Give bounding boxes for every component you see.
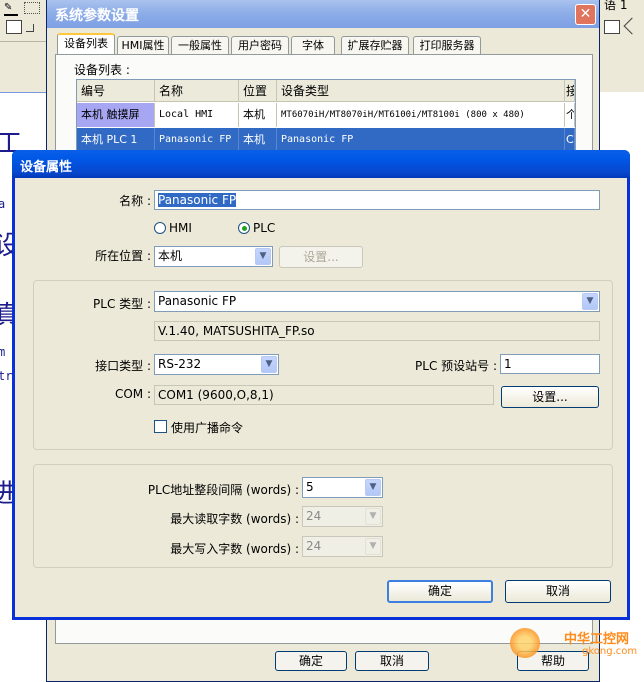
address-gap-value: 5: [306, 480, 314, 494]
grid-icon[interactable]: [6, 20, 22, 34]
close-button[interactable]: ✕: [575, 4, 596, 25]
arrow-icon[interactable]: [623, 17, 641, 35]
max-write-select[interactable]: 24 ▼: [302, 536, 383, 557]
name-label: 名称 :: [119, 194, 151, 208]
com-label: COM :: [114, 387, 151, 401]
chevron-down-icon[interactable]: ▼: [255, 248, 271, 265]
background-right-strip: 语 1: [598, 0, 644, 92]
radio-hmi[interactable]: [154, 222, 166, 234]
dialog-title: 设备属性: [20, 160, 73, 175]
column-header-name[interactable]: 名称: [155, 80, 239, 102]
com-field: COM1 (9600,O,8,1): [154, 385, 494, 405]
print-icon[interactable]: [604, 20, 620, 34]
column-header-id[interactable]: 编号: [77, 80, 155, 102]
driver-info-value: V.1.40, MATSUSHITA_FP.so: [158, 324, 315, 338]
radio-selected-dot: [242, 226, 247, 231]
tab-hmi-properties[interactable]: HMI属性: [117, 36, 169, 54]
radio-plc-label: PLC: [253, 221, 276, 235]
chevron-down-icon: ▼: [365, 508, 381, 525]
cancel-button[interactable]: 取消: [355, 651, 429, 671]
com-settings-button[interactable]: 设置...: [501, 386, 599, 408]
watermark: 中华工控网 gkong.com: [506, 624, 640, 674]
broadcast-label: 使用广播命令: [171, 421, 244, 435]
chevron-down-icon[interactable]: ▼: [582, 293, 598, 310]
tab-user-password[interactable]: 用户密码: [231, 36, 289, 54]
max-read-label: 最大读取字数 (words) :: [170, 512, 299, 526]
ok-button[interactable]: 确定: [275, 651, 347, 671]
address-gap-label: PLC地址整段间隔 (words) :: [147, 483, 299, 497]
station-input[interactable]: 1: [500, 354, 600, 374]
plc-type-value: Panasonic FP: [158, 294, 237, 308]
background-glyph: m: [0, 345, 6, 359]
chevron-down-icon[interactable]: ▼: [261, 356, 277, 373]
name-input-value: Panasonic FP: [158, 193, 237, 207]
max-write-value: 24: [306, 539, 322, 553]
device-table: 编号 名称 位置 设备类型 接 本机 触摸屏 Local HMI 本机 MT60…: [76, 79, 576, 159]
device-properties-dialog: 设备属性 名称 : Panasonic FP HMI PLC 所在位置 : 本机…: [12, 150, 630, 620]
table-row[interactable]: 本机 触摸屏 Local HMI 本机 MT6070iH/MT8070iH/MT…: [77, 103, 575, 127]
radio-plc[interactable]: [238, 222, 250, 234]
cell-id: 本机 PLC 1: [77, 128, 155, 152]
cell-location: 本机: [239, 103, 277, 127]
background-glyph: tr: [0, 369, 13, 383]
max-read-value: 24: [306, 509, 322, 523]
cell-name: Local HMI: [155, 103, 239, 127]
watermark-url: gkong.com: [582, 646, 638, 657]
max-read-select[interactable]: 24 ▼: [302, 506, 383, 527]
tab-print-server[interactable]: 打印服务器: [413, 36, 481, 54]
com-value: COM1 (9600,O,8,1): [158, 388, 274, 402]
tab-font[interactable]: 字体: [291, 36, 335, 54]
radio-hmi-label: HMI: [169, 221, 192, 235]
tab-device-list[interactable]: 设备列表: [57, 33, 115, 55]
dialog-ok-button[interactable]: 确定: [387, 580, 493, 603]
cell-type: Panasonic FP: [277, 128, 565, 152]
cell-name: Panasonic FP: [155, 128, 239, 152]
chevron-down-icon: ▼: [365, 538, 381, 555]
dots-icon[interactable]: [24, 2, 40, 14]
watermark-brand: 中华工控网: [564, 632, 630, 647]
dialog-cancel-button[interactable]: 取消: [505, 580, 611, 603]
column-header-location[interactable]: 位置: [239, 80, 277, 102]
tab-extended-memory[interactable]: 扩展存贮器: [341, 36, 409, 54]
cell-location: 本机: [239, 128, 277, 152]
cell-type: MT6070iH/MT8070iH/MT6100i/MT8100i (800 x…: [277, 103, 565, 127]
interface-value: RS-232: [158, 357, 202, 371]
window-title: 系统参数设置: [55, 8, 139, 24]
cell-extra: C: [565, 128, 575, 152]
table-row-selected[interactable]: 本机 PLC 1 Panasonic FP 本机 Panasonic FP C: [77, 128, 575, 152]
location-select-value: 本机: [158, 249, 183, 263]
device-properties-titlebar[interactable]: 设备属性: [12, 150, 630, 178]
background-left-strip: [0, 42, 46, 92]
location-select[interactable]: 本机 ▼: [154, 246, 273, 267]
column-header-interface[interactable]: 接: [565, 80, 575, 102]
device-list-label: 设备列表 :: [74, 63, 130, 77]
station-value: 1: [504, 357, 512, 371]
column-header-type[interactable]: 设备类型: [277, 80, 565, 102]
interface-select[interactable]: RS-232 ▼: [154, 354, 279, 375]
plc-type-select[interactable]: Panasonic FP ▼: [154, 291, 600, 312]
chevron-icon[interactable]: [26, 24, 34, 32]
cell-extra: 个: [565, 103, 575, 127]
cell-id: 本机 触摸屏: [77, 103, 155, 127]
location-settings-button[interactable]: 设置...: [279, 246, 363, 268]
gear-logo-icon: [510, 628, 540, 658]
edit-icon[interactable]: ✎: [4, 2, 18, 16]
tab-general-properties[interactable]: 一般属性: [171, 36, 229, 54]
station-label: PLC 预设站号 :: [415, 359, 497, 373]
address-gap-select[interactable]: 5 ▼: [302, 477, 383, 498]
background-right-text: 语 1: [604, 0, 628, 12]
broadcast-checkbox[interactable]: [154, 420, 167, 433]
max-write-label: 最大写入字数 (words) :: [170, 542, 299, 556]
driver-info-field: V.1.40, MATSUSHITA_FP.so: [154, 321, 600, 341]
plc-type-label: PLC 类型 :: [93, 297, 151, 311]
system-settings-titlebar[interactable]: 系统参数设置 ✕: [47, 0, 599, 28]
background-glyph: a: [0, 197, 6, 211]
location-label: 所在位置 :: [95, 249, 151, 263]
table-header: 编号 名称 位置 设备类型 接: [77, 80, 575, 102]
name-input[interactable]: Panasonic FP: [154, 190, 600, 210]
chevron-down-icon[interactable]: ▼: [365, 479, 381, 496]
interface-label: 接口类型 :: [95, 359, 151, 373]
